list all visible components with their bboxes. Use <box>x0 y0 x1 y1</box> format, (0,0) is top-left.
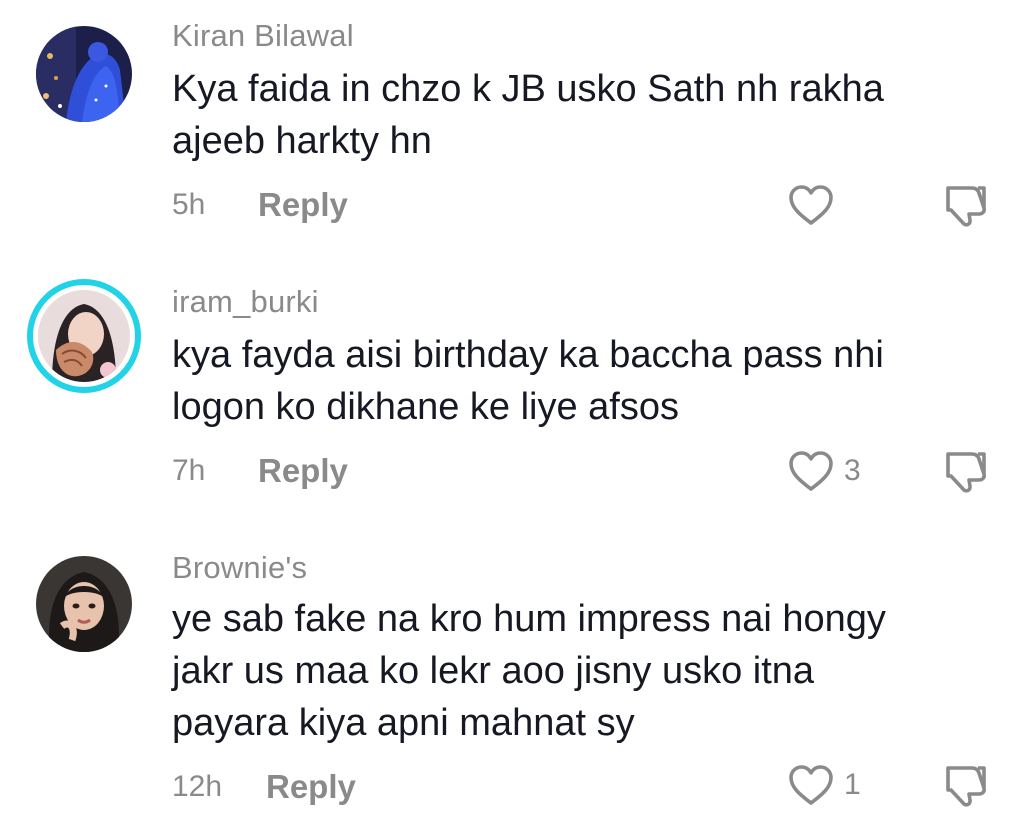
comment-text: Kya faida in chzo k JB usko Sath nh rakh… <box>172 63 992 167</box>
comment-line: kya fayda aisi birthday ka baccha pass n… <box>172 334 884 376</box>
dislike-button[interactable] <box>942 760 990 808</box>
avatar-cartoon-girl-icon <box>36 556 132 652</box>
comment-line: jakr us maa ko lekr aoo jisny usko itna <box>172 650 815 692</box>
like-button[interactable] <box>788 182 844 228</box>
comment-text: kya fayda aisi birthday ka baccha pass n… <box>172 329 992 433</box>
comment-username[interactable]: Brownie's <box>172 550 307 586</box>
user-avatar[interactable] <box>27 279 141 393</box>
comment-timestamp: 5h <box>172 188 206 221</box>
avatar-story-ring-icon <box>38 290 130 382</box>
user-avatar[interactable] <box>36 26 132 122</box>
comment-line: ye sab fake na kro hum impress nai hongy <box>172 598 886 640</box>
dislike-button[interactable] <box>942 446 990 494</box>
comment-username[interactable]: iram_burki <box>172 284 319 320</box>
heart-icon <box>789 185 833 225</box>
comment-line: Kya faida in chzo k JB usko Sath nh rakh… <box>172 68 884 110</box>
thumbs-down-icon <box>946 766 986 807</box>
comment-username[interactable]: Kiran Bilawal <box>172 18 354 54</box>
heart-icon <box>789 451 833 491</box>
like-count: 1 <box>844 768 861 801</box>
thumbs-down-icon <box>946 452 986 493</box>
comment-line: payara kiya apni mahnat sy <box>172 702 635 744</box>
like-button[interactable]: 3 <box>788 448 861 494</box>
reply-button[interactable]: Reply <box>258 452 348 490</box>
avatar-blue-dress-icon <box>36 26 132 122</box>
user-avatar[interactable] <box>36 556 132 652</box>
like-count: 3 <box>844 454 861 487</box>
comment-text: ye sab fake na kro hum impress nai hongy… <box>172 593 992 749</box>
thumbs-down-icon <box>946 186 986 227</box>
comment-timestamp: 12h <box>172 770 223 803</box>
comment-line: logon ko dikhane ke liye afsos <box>172 386 679 428</box>
reply-button[interactable]: Reply <box>258 186 348 224</box>
like-button[interactable]: 1 <box>788 762 861 808</box>
heart-icon <box>789 765 833 805</box>
reply-button[interactable]: Reply <box>266 768 356 806</box>
dislike-button[interactable] <box>942 180 990 228</box>
comment-timestamp: 7h <box>172 454 206 487</box>
comment-line: ajeeb harkty hn <box>172 120 432 162</box>
